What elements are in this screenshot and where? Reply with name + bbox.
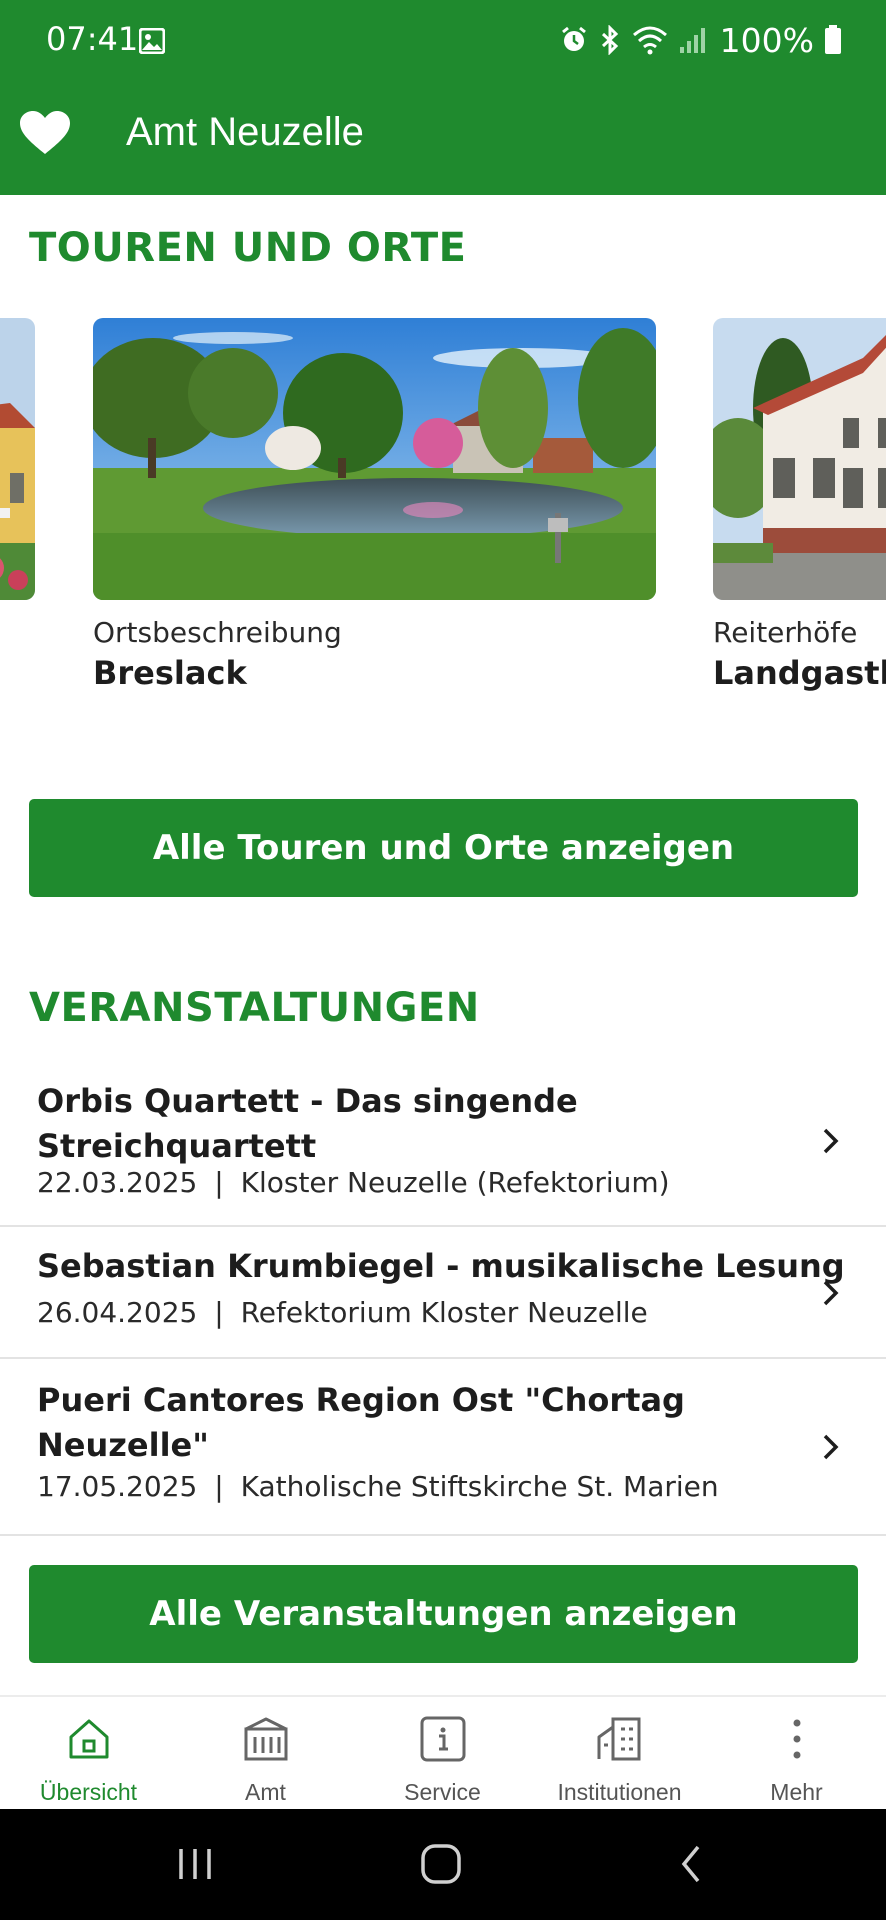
event-title: Pueri Cantores Region Ost "Chortag Neuze… [37, 1381, 685, 1464]
status-indicators: 100% [560, 18, 842, 62]
buildings-icon [597, 1717, 640, 1761]
bluetooth-icon [601, 25, 618, 55]
app-title: Amt Neuzelle [126, 110, 364, 154]
event-separator: | [214, 1296, 224, 1329]
event-meta: 26.04.2025 | Refektorium Kloster Neuzell… [37, 1296, 648, 1329]
gallery-notification-icon [139, 28, 165, 54]
tours-section-heading: TOUREN UND ORTE [29, 225, 467, 271]
system-navigation-bar [0, 1809, 886, 1920]
battery-icon [825, 25, 841, 54]
recent-apps-icon[interactable] [175, 1839, 215, 1887]
nav-label: Übersicht [39, 1779, 138, 1805]
nav-item-uebersicht[interactable]: Übersicht [0, 1697, 177, 1811]
chevron-right-icon [823, 1280, 839, 1306]
all-events-button[interactable]: Alle Veranstaltungen anzeigen [29, 1565, 858, 1663]
back-icon[interactable] [676, 1839, 706, 1887]
all-tours-button[interactable]: Alle Touren und Orte anzeigen [29, 799, 858, 897]
signal-icon [679, 28, 705, 53]
nav-item-institutionen[interactable]: Institutionen [531, 1697, 708, 1811]
nav-label: Institutionen [557, 1779, 682, 1805]
event-location: Katholische Stiftskirche St. Marien [240, 1470, 719, 1503]
tour-name: Breslack [93, 654, 247, 692]
town-hall-icon [244, 1717, 287, 1761]
event-date: 22.03.2025 [37, 1166, 198, 1199]
tour-category: Ortsbeschreibung [93, 616, 342, 649]
more-vertical-icon [793, 1719, 800, 1759]
event-separator: | [214, 1166, 224, 1199]
nav-label: Amt [245, 1779, 286, 1805]
status-time: 07:41 [46, 20, 139, 58]
event-list: Orbis Quartett - Das singende Streichqua… [0, 1060, 886, 1536]
nav-item-mehr[interactable]: Mehr [708, 1697, 885, 1811]
event-date: 26.04.2025 [37, 1296, 198, 1329]
event-list-item[interactable]: Orbis Quartett - Das singende Streichqua… [0, 1060, 886, 1227]
event-date: 17.05.2025 [37, 1470, 198, 1503]
tours-carousel[interactable]: Ortsbeschreibung Breslack Reiterhöfe Lan… [0, 318, 886, 698]
tour-name: Landgasthof [713, 654, 886, 692]
event-title: Sebastian Krumbiegel - musikalische Lesu… [37, 1247, 845, 1285]
event-list-item[interactable]: Pueri Cantores Region Ost "Chortag Neuze… [0, 1359, 886, 1536]
event-separator: | [214, 1470, 224, 1503]
tour-image [93, 318, 656, 600]
home-button-icon[interactable] [420, 1839, 462, 1887]
tour-image [0, 318, 35, 600]
heart-icon [20, 111, 70, 154]
favorite-button[interactable] [14, 102, 76, 164]
nav-label: Mehr [770, 1779, 823, 1805]
event-location: Refektorium Kloster Neuzelle [240, 1296, 648, 1329]
nav-label: Service [404, 1779, 481, 1805]
tour-category: Reiterhöfe [713, 616, 858, 649]
battery-percentage: 100% [719, 20, 814, 60]
events-section-heading: VERANSTALTUNGEN [29, 985, 480, 1031]
info-icon [420, 1716, 465, 1762]
event-list-item[interactable]: Sebastian Krumbiegel - musikalische Lesu… [0, 1227, 886, 1359]
home-icon [69, 1719, 108, 1759]
nav-item-amt[interactable]: Amt [177, 1697, 354, 1811]
event-title: Orbis Quartett - Das singende Streichqua… [37, 1082, 578, 1165]
chevron-right-icon [823, 1434, 839, 1460]
tour-image [713, 318, 886, 600]
event-meta: 22.03.2025 | Kloster Neuzelle (Refektori… [37, 1166, 670, 1199]
alarm-icon [561, 26, 586, 51]
event-meta: 17.05.2025 | Katholische Stiftskirche St… [37, 1470, 719, 1503]
chevron-right-icon [823, 1128, 839, 1154]
wifi-icon [632, 26, 667, 55]
status-bar: 07:41 100% [0, 0, 886, 82]
app-bar: Amt Neuzelle [0, 82, 886, 195]
bottom-navigation: Übersicht Amt Service Institutionen Mehr [0, 1695, 886, 1811]
nav-item-service[interactable]: Service [354, 1697, 531, 1811]
event-location: Kloster Neuzelle (Refektorium) [240, 1166, 670, 1199]
